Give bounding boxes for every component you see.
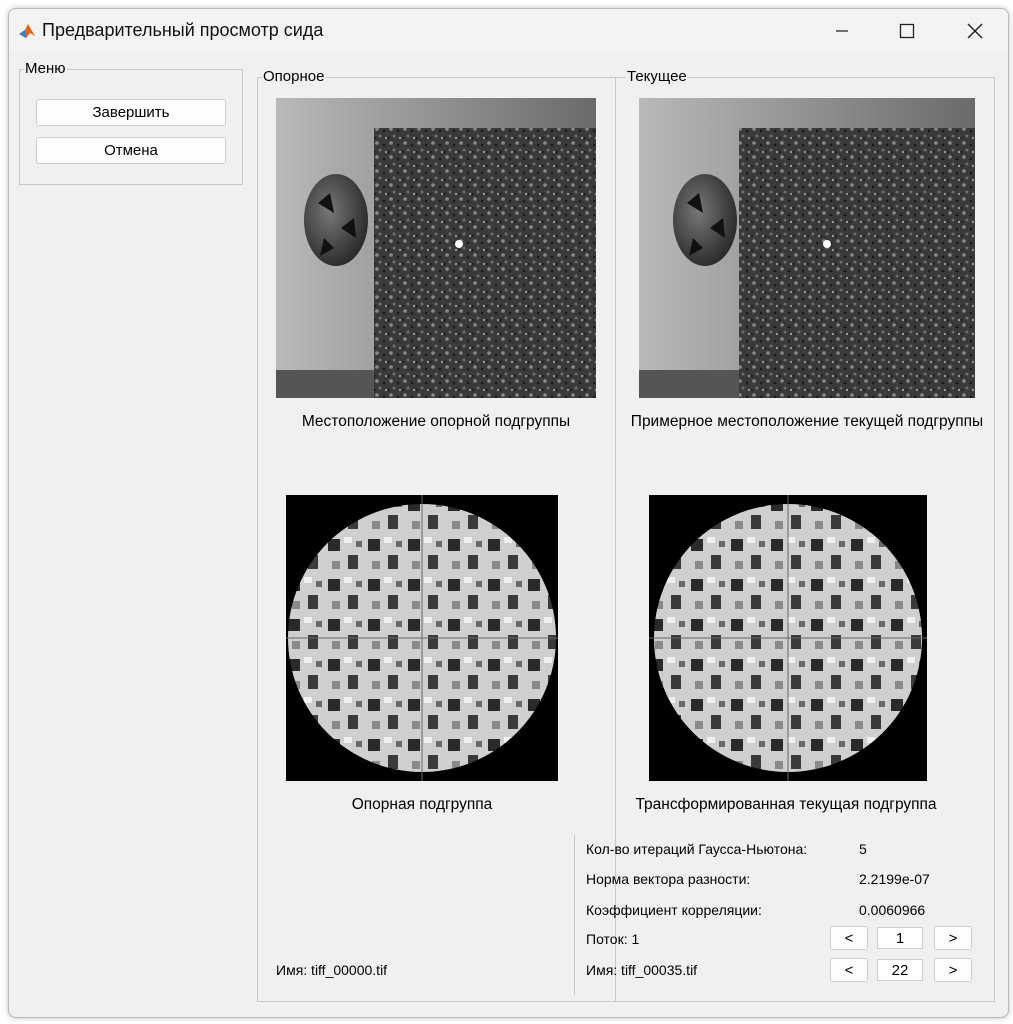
title-bar: Предварительный просмотр сида [9,9,1008,53]
matlab-icon [18,22,36,40]
thread-prev-button[interactable]: < [830,926,868,950]
thread-label: Поток: 1 [586,931,640,947]
reference-subset-graphic [286,495,558,781]
menu-panel: Меню Завершить Отмена [19,60,243,185]
current-subset-graphic [649,495,927,781]
current-panel-label: Текущее [626,68,688,86]
minimize-button[interactable] [813,15,871,47]
current-location-image [639,98,975,398]
current-subset-image [649,495,927,781]
correlation-value: 0.0060966 [859,902,926,918]
reference-file-name: Имя: tiff_00000.tif [276,962,388,978]
close-button[interactable] [946,15,1004,47]
current-subset-caption: Трансформированная текущая подгруппа [635,796,937,813]
file-next-button[interactable]: > [934,958,972,982]
current-location-caption: Примерное местоположение текущей подгруп… [630,413,984,430]
file-prev-button[interactable]: < [830,958,868,982]
minimize-icon [836,30,848,32]
reference-subset-image [286,495,558,781]
thread-next-button[interactable]: > [934,926,972,950]
reference-subset-caption: Опорная подгруппа [351,796,493,813]
close-icon [967,23,983,39]
file-number-field[interactable]: 22 [877,959,923,981]
reference-frame-graphic [276,98,596,398]
reference-location-image [276,98,596,398]
finish-button[interactable]: Завершить [36,99,226,126]
diff-norm-value: 2.2199e-07 [859,871,930,887]
thread-number-field[interactable]: 1 [877,927,923,949]
diff-norm-label: Норма вектора разности: [586,871,751,887]
reference-panel-label: Опорное [262,68,326,86]
app-window: Предварительный просмотр сида Меню Завер… [8,8,1009,1018]
current-file-label: Имя: tiff_00035.tif [586,962,698,978]
stats-divider [574,835,575,995]
iterations-label: Кол-во итераций Гаусса-Ньютона: [586,841,808,857]
iterations-value: 5 [859,841,867,857]
correlation-label: Коэффициент корреляции: [586,902,762,918]
cancel-button[interactable]: Отмена [36,137,226,164]
current-frame-graphic [639,98,975,398]
maximize-icon [899,23,915,39]
maximize-button[interactable] [878,15,936,47]
window-title: Предварительный просмотр сида [42,20,324,40]
reference-location-caption: Местоположение опорной подгруппы [301,413,571,430]
menu-panel-label: Меню [24,60,67,78]
